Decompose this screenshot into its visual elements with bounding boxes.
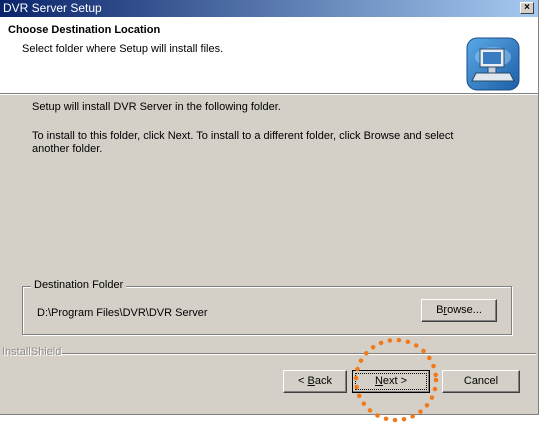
close-button[interactable]: × [520, 2, 534, 14]
destination-folder-group: Destination Folder D:\Program Files\DVR\… [22, 279, 512, 335]
window-title: DVR Server Setup [3, 1, 102, 15]
installshield-brand: InstallShield [2, 346, 62, 358]
info-text-1: Setup will install DVR Server in the fol… [32, 101, 281, 113]
setup-dialog: DVR Server Setup × Choose Destination Lo… [0, 0, 539, 415]
destination-folder-label: Destination Folder [31, 279, 127, 291]
browse-button[interactable]: Browse... [421, 299, 497, 322]
cancel-button[interactable]: Cancel [442, 370, 520, 393]
brand-divider [62, 353, 536, 354]
page-subtitle: Select folder where Setup will install f… [22, 43, 224, 55]
setup-computer-icon [466, 37, 520, 91]
header-divider [0, 94, 538, 95]
back-button[interactable]: < Back [283, 370, 347, 393]
close-icon: × [524, 2, 530, 13]
info-text-2: To install to this folder, click Next. T… [32, 130, 454, 142]
info-text-3: another folder. [32, 143, 103, 155]
highlight-circle-annotation [353, 337, 439, 423]
destination-path: D:\Program Files\DVR\DVR Server [37, 307, 208, 319]
title-bar[interactable]: DVR Server Setup × [0, 0, 538, 17]
header-panel: Choose Destination Location Select folde… [0, 17, 538, 94]
page-title: Choose Destination Location [8, 24, 161, 36]
